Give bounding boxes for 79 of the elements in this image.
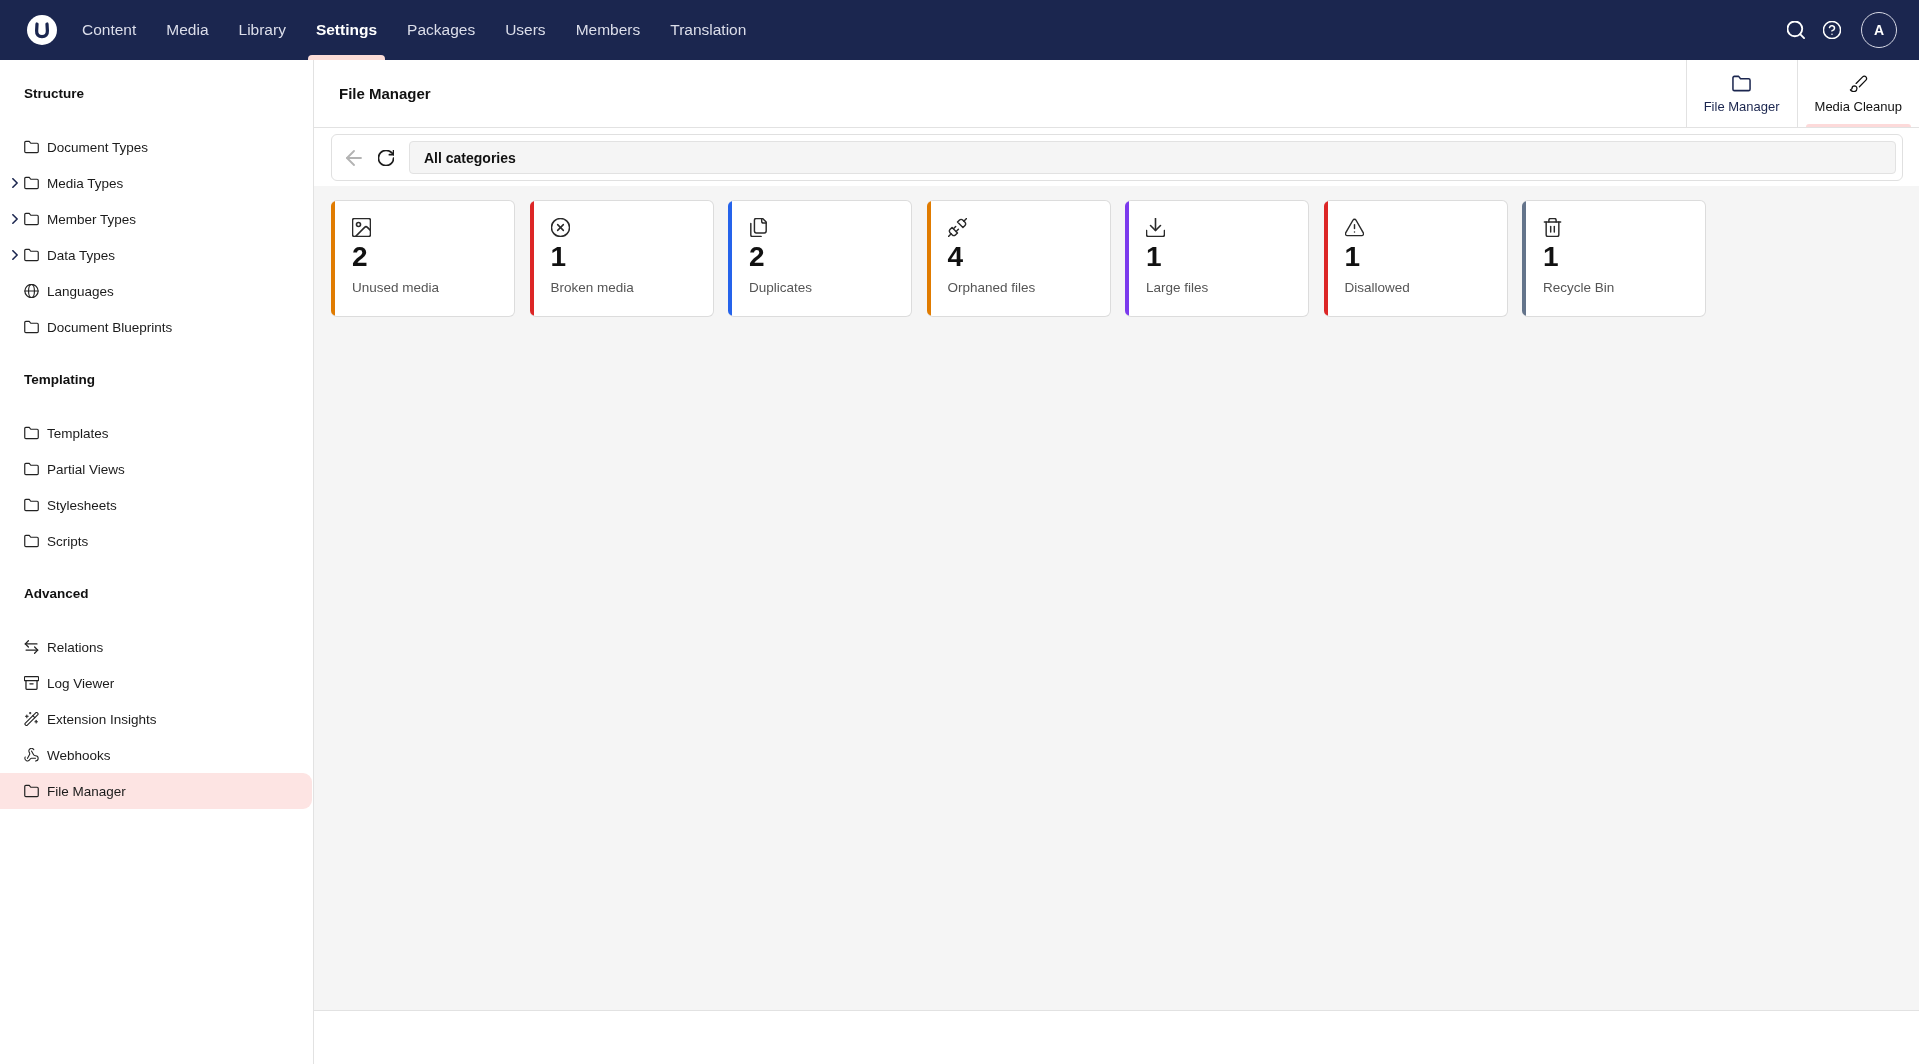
stat-label: Recycle Bin [1543, 279, 1615, 297]
archive-box-icon [24, 676, 39, 690]
section-title: Templating [23, 371, 96, 389]
stat-label: Large files [1146, 279, 1209, 297]
sidebar-item[interactable]: Languages [0, 273, 312, 309]
sidebar-item[interactable]: Scripts [0, 523, 312, 559]
stat-card[interactable]: 1 Recycle Bin [1522, 200, 1706, 317]
refresh-icon [378, 149, 394, 166]
stat-count: 2 [749, 240, 765, 274]
stat-count: 2 [352, 240, 368, 274]
image-icon [352, 218, 371, 237]
folder-icon [24, 320, 39, 334]
breadcrumb-bar: All categories [409, 141, 1896, 174]
stat-count: 4 [947, 240, 964, 274]
folder-icon [24, 534, 39, 548]
help-icon [1823, 21, 1841, 39]
stat-card[interactable]: 4 Orphaned files [926, 200, 1111, 317]
stat-label: Duplicates [749, 279, 813, 297]
folder-icon [24, 426, 39, 440]
stat-count: 1 [550, 240, 567, 274]
stat-label: Orphaned files [947, 279, 1036, 297]
stat-count: 1 [1543, 240, 1559, 274]
logo-icon[interactable] [27, 15, 57, 45]
nav-tab[interactable]: Library [230, 0, 294, 60]
nav-tab[interactable]: Members [567, 0, 649, 60]
sidebar-item[interactable]: Templates [0, 415, 312, 451]
folder-icon [24, 212, 39, 226]
sidebar-item[interactable]: Extension Insights [0, 701, 312, 737]
nav-tab[interactable]: Content [74, 0, 145, 60]
section-title: Advanced [23, 585, 90, 603]
folder-icon [24, 784, 39, 798]
sidebar-item[interactable]: File Manager [0, 773, 312, 809]
nav-tab[interactable]: Packages [399, 0, 484, 60]
section-title: Structure [23, 85, 85, 103]
documents-icon [749, 218, 768, 237]
globe-icon [24, 284, 39, 298]
folder-icon [1732, 75, 1752, 92]
folder-icon [24, 498, 39, 512]
search-icon [1787, 21, 1805, 39]
trash-icon [1543, 218, 1562, 237]
stat-card[interactable]: 1 Large files [1125, 200, 1309, 317]
folder-icon [24, 248, 39, 262]
stat-card[interactable]: 1 Broken media [529, 200, 714, 317]
stat-count: 1 [1344, 240, 1361, 274]
nav-tab[interactable]: Translation [662, 0, 755, 60]
folder-icon [24, 176, 39, 190]
sidebar-item[interactable]: Log Viewer [0, 665, 312, 701]
sidebar-item[interactable]: Document Blueprints [0, 309, 312, 345]
sidebar-item[interactable]: Stylesheets [0, 487, 312, 523]
stat-card[interactable]: 1 Disallowed [1323, 200, 1508, 317]
webhook-icon [24, 748, 39, 762]
nav-tab[interactable]: Users [497, 0, 554, 60]
sidebar-item[interactable]: Webhooks [0, 737, 312, 773]
swap-arrows-icon [24, 640, 39, 654]
nav-tab[interactable]: Settings [307, 0, 386, 60]
stat-label: Unused media [352, 279, 440, 297]
sidebar-item[interactable]: Data Types [0, 237, 312, 273]
chevron-right-icon[interactable] [12, 214, 18, 224]
chevron-right-icon[interactable] [12, 250, 18, 260]
stat-card[interactable]: 2 Unused media [331, 200, 515, 317]
sidebar-item[interactable]: Partial Views [0, 451, 312, 487]
magic-wand-icon [24, 712, 39, 726]
paintbrush-icon [1848, 75, 1868, 92]
stat-label: Disallowed [1344, 279, 1410, 297]
nav-tab[interactable]: Media [158, 0, 217, 60]
folder-icon [24, 462, 39, 476]
stat-label: Broken media [550, 279, 634, 297]
sidebar-item[interactable]: Member Types [0, 201, 312, 237]
sidebar-item[interactable]: Media Types [0, 165, 312, 201]
page-title: File Manager [339, 85, 431, 102]
plug-icon [947, 218, 967, 237]
stat-card[interactable]: 2 Duplicates [728, 200, 912, 317]
stat-count: 1 [1146, 240, 1162, 274]
chevron-right-icon[interactable] [12, 178, 18, 188]
folder-icon [24, 140, 39, 154]
download-icon [1146, 218, 1165, 237]
warning-icon [1344, 218, 1364, 237]
sidebar-item[interactable]: Relations [0, 629, 312, 665]
sidebar-item[interactable]: Document Types [0, 129, 312, 165]
